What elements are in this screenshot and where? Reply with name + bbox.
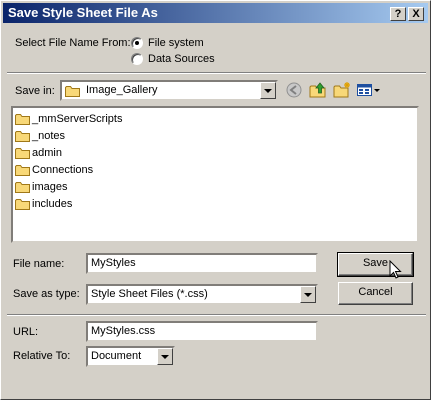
folder-icon	[15, 131, 30, 142]
up-folder-icon[interactable]	[308, 81, 328, 99]
new-folder-icon[interactable]	[332, 81, 352, 99]
folder-icon	[65, 86, 80, 97]
file-list[interactable]: _mmServerScripts _notes admin Connection…	[11, 106, 419, 243]
list-item-label: Connections	[32, 164, 94, 176]
list-item-label: _mmServerScripts	[32, 113, 123, 125]
relative-to-value: Document	[91, 350, 142, 362]
title-bar: Save Style Sheet File As ? X	[3, 3, 428, 23]
folder-icon	[15, 182, 30, 193]
view-menu-icon[interactable]	[356, 81, 382, 99]
radio-data-sources[interactable]	[131, 53, 143, 65]
help-button[interactable]: ?	[390, 7, 406, 21]
close-button[interactable]: X	[408, 7, 424, 21]
save-as-type-label: Save as type:	[13, 288, 80, 300]
save-in-label: Save in:	[15, 85, 55, 97]
chevron-down-icon[interactable]	[260, 82, 276, 99]
folder-icon	[15, 114, 30, 125]
list-item-label: includes	[32, 198, 73, 210]
separator-top	[7, 72, 426, 74]
save-as-type-select[interactable]: Style Sheet Files (*.css)	[86, 284, 318, 305]
relative-to-label: Relative To:	[13, 350, 71, 362]
mouse-pointer-icon	[389, 260, 402, 279]
radio-data-sources-label[interactable]: Data Sources	[148, 53, 215, 65]
save-as-type-value: Style Sheet Files (*.css)	[91, 288, 208, 300]
folder-icon	[15, 148, 30, 159]
relative-to-select[interactable]: Document	[86, 346, 175, 367]
list-item-label: admin	[32, 147, 62, 159]
file-name-label: File name:	[13, 258, 65, 270]
chevron-down-icon[interactable]	[157, 348, 173, 365]
file-name-field[interactable]: MyStyles	[86, 253, 318, 274]
url-label: URL:	[13, 326, 39, 338]
save-in-value: Image_Gallery	[86, 84, 158, 96]
cancel-button[interactable]: Cancel	[338, 282, 413, 305]
radio-file-system-label[interactable]: File system	[148, 37, 204, 49]
save-in-combo[interactable]: Image_Gallery	[60, 80, 278, 101]
window-title: Save Style Sheet File As	[8, 5, 158, 20]
separator-bottom	[7, 314, 426, 316]
folder-icon	[15, 199, 30, 210]
folder-icon	[15, 165, 30, 176]
chevron-down-icon[interactable]	[300, 286, 316, 303]
select-from-label: Select File Name From:	[15, 37, 131, 49]
list-item-label: images	[32, 181, 68, 193]
url-field[interactable]: MyStyles.css	[86, 321, 318, 342]
back-arrow-icon[interactable]	[284, 81, 304, 99]
save-style-sheet-dialog: Save Style Sheet File As ? X Select File…	[0, 0, 431, 400]
radio-file-system[interactable]	[131, 37, 143, 49]
list-item-label: _notes	[32, 130, 66, 142]
